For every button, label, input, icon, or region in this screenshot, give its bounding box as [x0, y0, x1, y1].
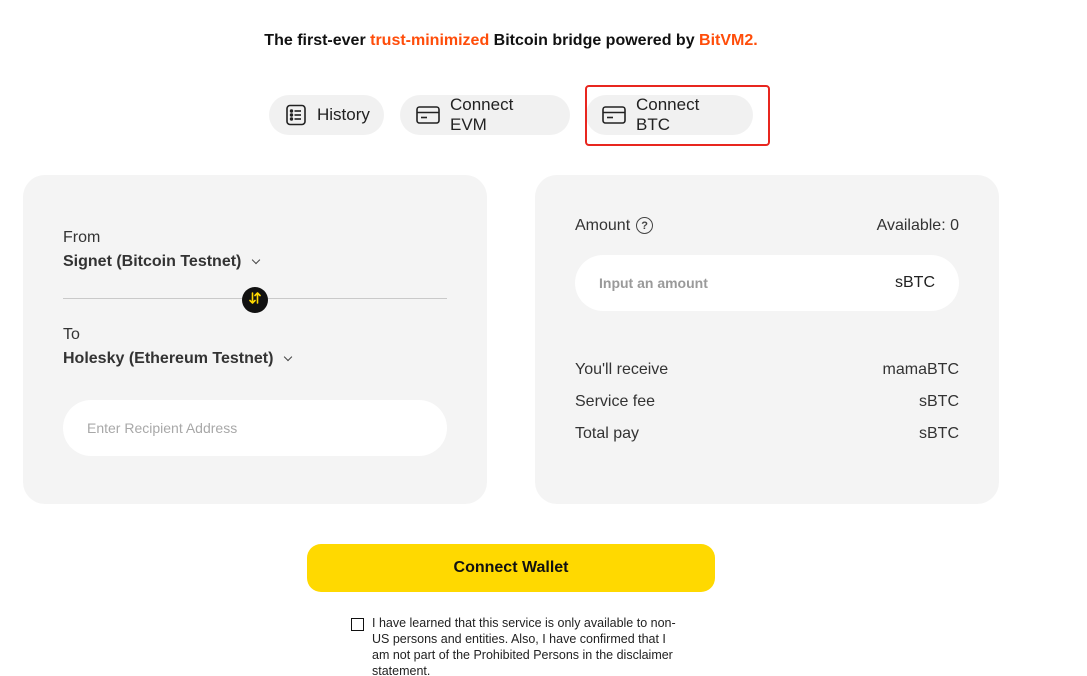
- from-label: From: [63, 229, 101, 246]
- amount-label-row: Amount?: [575, 217, 654, 235]
- connect-wallet-button[interactable]: Connect Wallet: [307, 544, 715, 592]
- route-card: From Signet (Bitcoin Testnet) To Holesky…: [23, 175, 487, 504]
- connect-evm-button[interactable]: Connect EVM: [400, 95, 570, 135]
- amount-card: Amount? Available: 0 sBTC You'll receive…: [535, 175, 999, 504]
- service-fee-row: Service fee sBTC: [575, 393, 959, 411]
- total-pay-row: Total pay sBTC: [575, 425, 959, 443]
- amount-field[interactable]: sBTC: [575, 255, 959, 311]
- receive-label: You'll receive: [575, 361, 669, 378]
- recipient-address-field[interactable]: [63, 400, 447, 456]
- connect-evm-label: Connect EVM: [450, 95, 514, 134]
- connect-btc-label: Connect BTC: [636, 95, 700, 134]
- total-pay-value: sBTC: [919, 425, 959, 442]
- connect-btc-button[interactable]: Connect BTC: [586, 95, 753, 135]
- receive-value: mamaBTC: [882, 361, 959, 378]
- chevron-down-icon: [284, 352, 293, 362]
- service-fee-value: sBTC: [919, 393, 959, 410]
- tagline-text-2: Bitcoin bridge powered by: [489, 32, 700, 49]
- to-network-select[interactable]: Holesky (Ethereum Testnet): [63, 350, 293, 368]
- from-network-select[interactable]: Signet (Bitcoin Testnet): [63, 253, 261, 271]
- available-balance: Available: 0: [876, 217, 959, 234]
- history-button[interactable]: History: [269, 95, 384, 135]
- tagline-accent-2: BitVM2.: [699, 32, 758, 49]
- disclaimer-checkbox[interactable]: [351, 618, 364, 631]
- wallet-card-icon: [416, 105, 440, 125]
- from-network-value: Signet (Bitcoin Testnet): [63, 253, 242, 270]
- connect-wallet-label: Connect Wallet: [453, 559, 569, 576]
- recipient-address-input[interactable]: [87, 420, 423, 436]
- receive-row: You'll receive mamaBTC: [575, 361, 959, 379]
- wallet-card-icon: [602, 105, 626, 125]
- list-icon: [285, 104, 307, 126]
- total-pay-label: Total pay: [575, 425, 640, 442]
- to-label: To: [63, 326, 80, 343]
- service-fee-label: Service fee: [575, 393, 656, 410]
- history-button-label: History: [317, 105, 370, 124]
- chevron-down-icon: [252, 255, 261, 265]
- tagline: The first-ever trust-minimized Bitcoin b…: [0, 32, 1022, 50]
- amount-label: Amount: [575, 217, 631, 234]
- amount-unit: sBTC: [895, 274, 935, 291]
- amount-input[interactable]: [599, 275, 839, 291]
- disclaimer-agreement: I have learned that this service is only…: [351, 615, 677, 676]
- swap-networks-button[interactable]: [242, 287, 268, 313]
- disclaimer-text: I have learned that this service is only…: [372, 616, 676, 676]
- question-circle-icon[interactable]: ?: [636, 217, 654, 235]
- swap-arrows-icon: [248, 291, 262, 310]
- tagline-accent-1: trust-minimized: [370, 32, 490, 49]
- to-network-value: Holesky (Ethereum Testnet): [63, 350, 274, 367]
- tagline-text-1: The first-ever: [264, 32, 371, 49]
